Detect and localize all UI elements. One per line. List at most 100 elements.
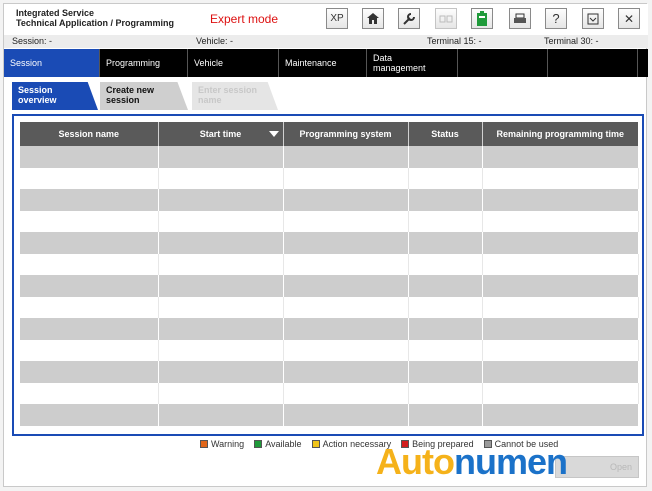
table-row[interactable] [20, 189, 639, 211]
tab-programming[interactable]: Programming [100, 49, 188, 77]
table-cell [408, 189, 483, 211]
mode-label: Expert mode [210, 12, 279, 26]
table-cell [283, 339, 409, 361]
table-cell [283, 146, 409, 168]
help-button[interactable]: ? [545, 8, 567, 29]
header-bar: Integrated Service Technical Application… [4, 4, 648, 35]
tab-empty-1 [458, 49, 548, 77]
battery-icon [477, 10, 487, 26]
table-cell [408, 318, 483, 340]
service-button[interactable] [398, 8, 420, 29]
table-row[interactable] [20, 253, 639, 275]
table-cell [20, 189, 159, 211]
display-button[interactable] [435, 8, 457, 29]
table-cell [482, 296, 639, 318]
table-cell [283, 167, 409, 189]
table-cell [20, 253, 159, 275]
table-cell [408, 296, 483, 318]
column-programming-system[interactable]: Programming system [283, 122, 409, 146]
print-icon [514, 13, 526, 23]
tab-vehicle[interactable]: Vehicle [188, 49, 279, 77]
legend-warning: Warning [200, 438, 244, 450]
available-icon [254, 440, 263, 448]
table-cell [20, 361, 159, 383]
table-cell [158, 404, 284, 426]
table-cell [158, 167, 284, 189]
app-title: Integrated Service Technical Application… [16, 8, 175, 28]
table-cell [158, 318, 284, 340]
tab-session[interactable]: Session [4, 49, 100, 77]
open-button[interactable]: Open [555, 456, 639, 478]
table-row[interactable] [20, 404, 639, 426]
column-session-name[interactable]: Session name [20, 122, 159, 146]
terminal15-status: Terminal 15: - [427, 36, 482, 46]
subtab-session-overview[interactable]: Session overview [12, 82, 98, 110]
table-cell [482, 275, 639, 297]
watermark-logo: Autonumen [376, 441, 568, 482]
battery-button[interactable] [471, 8, 493, 29]
table-cell [283, 275, 409, 297]
table-cell [283, 404, 409, 426]
vehicle-status: Vehicle: - [196, 36, 234, 46]
table-cell [482, 361, 639, 383]
legend-available: Available [254, 438, 302, 450]
table-cell [482, 382, 639, 404]
table-cell [158, 361, 284, 383]
subtab-enter-session-name: Enter session name [192, 82, 278, 110]
status-line: Session: - Vehicle: - Terminal 15: - Ter… [4, 35, 648, 48]
table-cell [482, 253, 639, 275]
display-icon [439, 15, 453, 22]
minimize-button[interactable] [582, 8, 604, 29]
table-cell [482, 232, 639, 254]
table-cell [283, 318, 409, 340]
table-row[interactable] [20, 361, 639, 383]
table-cell [482, 210, 639, 232]
column-status[interactable]: Status [408, 122, 483, 146]
minimize-icon [587, 13, 599, 24]
table-cell [482, 189, 639, 211]
tab-empty-2 [548, 49, 638, 77]
table-cell [408, 275, 483, 297]
table-cell [482, 167, 639, 189]
xp-button[interactable]: XP [326, 8, 348, 29]
table-cell [283, 232, 409, 254]
session-table: Session name Start time Programming syst… [20, 122, 639, 426]
home-button[interactable] [362, 8, 384, 29]
tab-data-management[interactable]: Data management [367, 49, 458, 77]
help-icon: ? [552, 11, 560, 26]
table-cell [408, 253, 483, 275]
close-button[interactable]: ✕ [618, 8, 640, 29]
column-start-time[interactable]: Start time [158, 122, 284, 146]
table-cell [158, 189, 284, 211]
table-row[interactable] [20, 318, 639, 340]
table-cell [482, 146, 639, 168]
table-cell [158, 210, 284, 232]
print-button[interactable] [509, 8, 531, 29]
tab-maintenance[interactable]: Maintenance [279, 49, 367, 77]
table-cell [20, 296, 159, 318]
table-cell [408, 210, 483, 232]
column-remaining-time[interactable]: Remaining programming time [482, 122, 638, 146]
warning-icon [200, 440, 208, 448]
terminal30-status: Terminal 30: - [544, 36, 599, 46]
table-cell [408, 339, 483, 361]
table-row[interactable] [20, 296, 639, 318]
session-status: Session: - [12, 36, 53, 46]
table-cell [283, 210, 409, 232]
table-cell [20, 339, 159, 361]
table-row[interactable] [20, 339, 639, 361]
subtab-create-new-session[interactable]: Create new session [100, 82, 188, 110]
table-cell [283, 296, 409, 318]
table-row[interactable] [20, 232, 639, 254]
table-row[interactable] [20, 146, 639, 168]
table-row[interactable] [20, 167, 639, 189]
table-cell [408, 146, 483, 168]
table-cell [408, 404, 483, 426]
table-row[interactable] [20, 210, 639, 232]
table-cell [283, 361, 409, 383]
home-icon [367, 13, 379, 24]
table-cell [283, 189, 409, 211]
table-cell [158, 382, 284, 404]
table-row[interactable] [20, 382, 639, 404]
table-row[interactable] [20, 275, 639, 297]
